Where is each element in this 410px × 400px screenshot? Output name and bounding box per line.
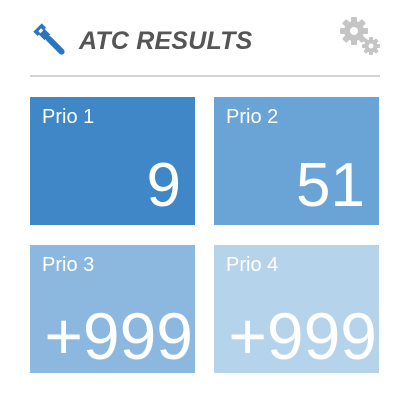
prio-2-count: 51 bbox=[296, 151, 365, 220]
prio-1-tile[interactable]: Prio 1 9 bbox=[30, 97, 195, 225]
prio-2-label: Prio 2 bbox=[226, 106, 279, 128]
prio-3-label: Prio 3 bbox=[42, 254, 95, 276]
prio-4-tile[interactable]: Prio 4 +999 bbox=[214, 245, 379, 373]
prio-4-count: +999 bbox=[228, 299, 377, 373]
prio-1-label: Prio 1 bbox=[42, 106, 95, 128]
prio-1-count: 9 bbox=[146, 151, 181, 220]
atc-results-widget: ATC RESULTS Prio 1 9 Prio 2 51 Prio 3 +9… bbox=[0, 0, 410, 400]
prio-3-count: +999 bbox=[44, 299, 193, 373]
prio-4-label: Prio 4 bbox=[226, 254, 279, 276]
prio-3-tile[interactable]: Prio 3 +999 bbox=[30, 245, 195, 373]
header-divider bbox=[30, 75, 380, 77]
widget-title: ATC RESULTS bbox=[79, 27, 253, 55]
wrench-icon bbox=[33, 23, 65, 55]
gear-icon[interactable] bbox=[337, 14, 383, 60]
prio-2-tile[interactable]: Prio 2 51 bbox=[214, 97, 379, 225]
widget-header: ATC RESULTS bbox=[30, 14, 380, 68]
